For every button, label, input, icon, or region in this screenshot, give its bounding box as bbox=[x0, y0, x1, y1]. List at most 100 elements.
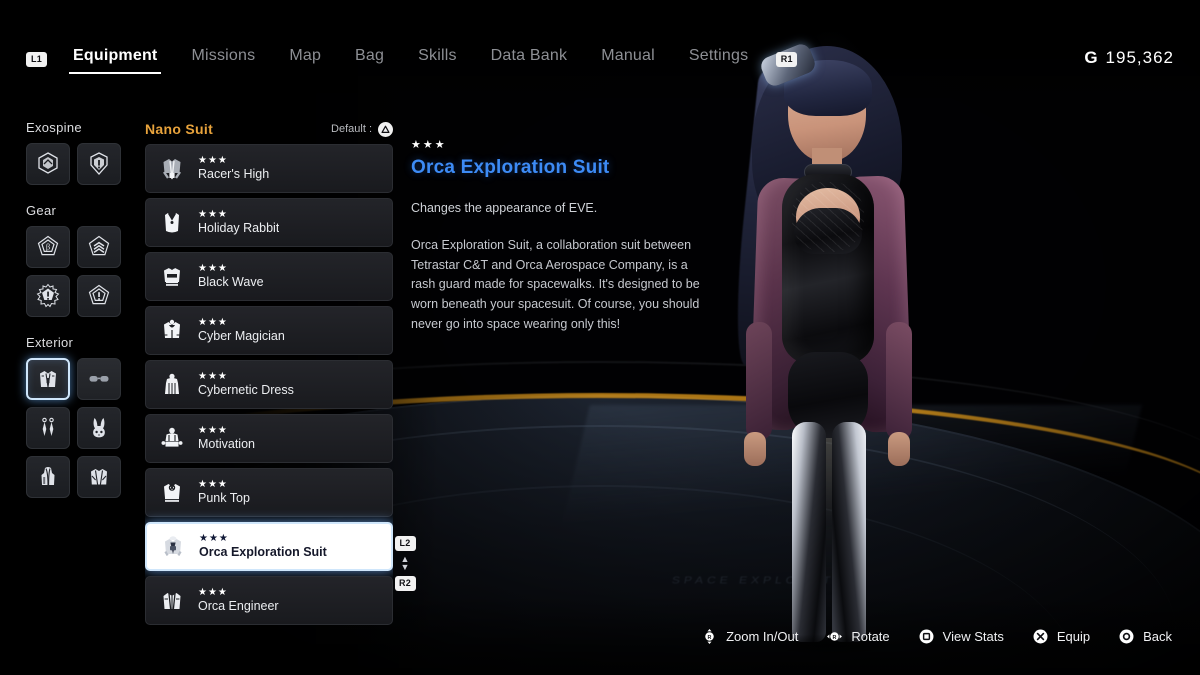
prompt-label: Zoom In/Out bbox=[726, 629, 799, 644]
scroll-arrows-icon: ▲ ▼ bbox=[400, 554, 410, 572]
suit-cyber-magician-icon bbox=[154, 313, 190, 349]
slot-exterior-glasses[interactable] bbox=[77, 358, 121, 400]
character-hand-right bbox=[888, 432, 910, 466]
prompt-label: Equip bbox=[1056, 629, 1091, 644]
tab-manual[interactable]: Manual bbox=[597, 45, 659, 74]
item-list[interactable]: ★★★ Racer's High ★★★ Holiday Rabbit ★★★ Black… bbox=[145, 144, 393, 642]
item-rarity-stars: ★★★ bbox=[198, 317, 228, 328]
tab-equipment[interactable]: Equipment bbox=[69, 45, 162, 74]
exospine-shield-icon bbox=[86, 151, 112, 177]
exterior-glasses-icon bbox=[86, 366, 112, 392]
tab-skills[interactable]: Skills bbox=[414, 45, 461, 74]
character-preview[interactable] bbox=[700, 22, 950, 672]
tab-data-bank[interactable]: Data Bank bbox=[487, 45, 572, 74]
suit-cybernetic-dress-icon bbox=[154, 367, 190, 403]
l2-trigger-badge[interactable]: L2 bbox=[394, 536, 416, 551]
slot-group-title: Exospine bbox=[26, 120, 82, 135]
currency-symbol: G bbox=[1084, 48, 1099, 67]
slot-exterior-earrings[interactable] bbox=[26, 407, 70, 449]
suit-black-wave-icon bbox=[154, 259, 190, 295]
item-name: Cyber Magician bbox=[198, 329, 285, 343]
character-hand-left bbox=[744, 432, 766, 466]
item-name: Holiday Rabbit bbox=[198, 221, 280, 235]
slot-group-title: Exterior bbox=[26, 335, 74, 350]
item-name: Orca Engineer bbox=[198, 599, 279, 613]
item-rarity-stars: ★★★ bbox=[198, 209, 228, 220]
list-item[interactable]: ★★★ Racer's High bbox=[145, 144, 393, 193]
slot-grid: β bbox=[26, 226, 128, 317]
list-item[interactable]: ★★★ Orca Exploration Suit bbox=[145, 522, 393, 571]
suit-racers-high-icon bbox=[154, 151, 190, 187]
item-rarity-stars: ★★★ bbox=[198, 371, 228, 382]
default-action[interactable]: Default : bbox=[331, 121, 393, 137]
prompt-zoom-in-out[interactable]: R Zoom In/Out bbox=[701, 628, 798, 645]
currency-amount: 195,362 bbox=[1105, 48, 1174, 67]
slot-gear-alert-badge[interactable] bbox=[77, 275, 121, 317]
item-name: Orca Exploration Suit bbox=[199, 545, 327, 559]
slot-gear-chevron-badge[interactable] bbox=[77, 226, 121, 268]
tab-map[interactable]: Map bbox=[285, 45, 325, 74]
tab-settings[interactable]: Settings bbox=[685, 45, 752, 74]
ps-triangle-icon[interactable] bbox=[378, 121, 393, 137]
slot-exospine-shield[interactable] bbox=[77, 143, 121, 185]
ps-square-icon bbox=[918, 628, 935, 645]
item-detail-panel: ★★★ Orca Exploration Suit Changes the ap… bbox=[411, 138, 711, 335]
prompt-label: Rotate bbox=[851, 629, 890, 644]
character-leg-right bbox=[832, 422, 866, 642]
item-list-header: Nano Suit Default : bbox=[145, 120, 393, 138]
list-item[interactable]: ★★★ Cyber Magician bbox=[145, 306, 393, 355]
slot-gear-burst-badge[interactable] bbox=[26, 275, 70, 317]
suit-punk-top-icon bbox=[154, 475, 190, 511]
slot-exterior-jacket[interactable] bbox=[77, 456, 121, 498]
detail-subtitle: Changes the appearance of EVE. bbox=[411, 201, 598, 215]
item-list-panel: Nano Suit Default : ★★★ Racer's High ★★★ Ho… bbox=[145, 120, 393, 642]
item-rarity-stars: ★★★ bbox=[198, 425, 228, 436]
slot-exospine-core[interactable] bbox=[26, 143, 70, 185]
prompt-rotate[interactable]: R Rotate bbox=[826, 628, 890, 645]
gear-beta-badge-icon: β bbox=[35, 234, 61, 260]
detail-item-title: Orca Exploration Suit bbox=[411, 157, 610, 178]
r1-bumper-badge[interactable]: R1 bbox=[776, 51, 798, 67]
character-arm-left bbox=[746, 322, 772, 440]
item-rarity-stars: ★★★ bbox=[198, 479, 228, 490]
tab-missions[interactable]: Missions bbox=[187, 45, 259, 74]
item-list-title: Nano Suit bbox=[145, 121, 214, 137]
slot-exterior-hooded-suit[interactable] bbox=[26, 456, 70, 498]
svg-text:R: R bbox=[833, 635, 837, 641]
gear-alert-badge-icon bbox=[86, 283, 112, 309]
list-scroll-hints: L2 ▲ ▼ R2 bbox=[394, 536, 416, 592]
tab-bar: Equipment Missions Map Bag Skills Data Bank Ma… bbox=[69, 45, 752, 74]
item-rarity-stars: ★★★ bbox=[198, 155, 228, 166]
list-item[interactable]: ★★★ Punk Top bbox=[145, 468, 393, 517]
slot-exterior-bunny-mask[interactable] bbox=[77, 407, 121, 449]
prompt-back[interactable]: Back bbox=[1118, 628, 1172, 645]
list-item[interactable]: ★★★ Orca Engineer bbox=[145, 576, 393, 625]
slot-gear-beta-badge[interactable]: β bbox=[26, 226, 70, 268]
exterior-hooded-suit-icon bbox=[35, 464, 61, 490]
gear-chevron-badge-icon bbox=[86, 234, 112, 260]
prompt-label: View Stats bbox=[942, 629, 1004, 644]
slot-group-exospine: Exospine bbox=[26, 120, 128, 185]
item-rarity-stars: ★★★ bbox=[198, 263, 228, 274]
suit-motivation-icon bbox=[154, 421, 190, 457]
item-name: Black Wave bbox=[198, 275, 264, 289]
svg-text:R: R bbox=[708, 635, 712, 641]
prompt-view-stats[interactable]: View Stats bbox=[918, 628, 1004, 645]
list-item[interactable]: ★★★ Cybernetic Dress bbox=[145, 360, 393, 409]
list-item[interactable]: ★★★ Holiday Rabbit bbox=[145, 198, 393, 247]
stick-horizontal-icon: R bbox=[826, 628, 843, 645]
slot-exterior-nano-suit[interactable] bbox=[26, 358, 70, 400]
slot-group-title: Gear bbox=[26, 203, 57, 218]
suit-orca-exploration-icon bbox=[155, 529, 191, 565]
prompt-equip[interactable]: Equip bbox=[1032, 628, 1090, 645]
slot-group-exterior: Exterior bbox=[26, 335, 128, 498]
l1-bumper-badge[interactable]: L1 bbox=[26, 51, 47, 67]
list-item[interactable]: ★★★ Black Wave bbox=[145, 252, 393, 301]
currency-display: G 195,362 bbox=[1084, 48, 1174, 68]
r2-trigger-badge[interactable]: R2 bbox=[394, 576, 416, 592]
tab-bag[interactable]: Bag bbox=[351, 45, 388, 74]
exterior-bunny-mask-icon bbox=[86, 415, 112, 441]
detail-description: Orca Exploration Suit, a collaboration s… bbox=[411, 236, 711, 335]
list-item[interactable]: ★★★ Motivation bbox=[145, 414, 393, 463]
stick-vertical-icon: R bbox=[701, 628, 718, 645]
